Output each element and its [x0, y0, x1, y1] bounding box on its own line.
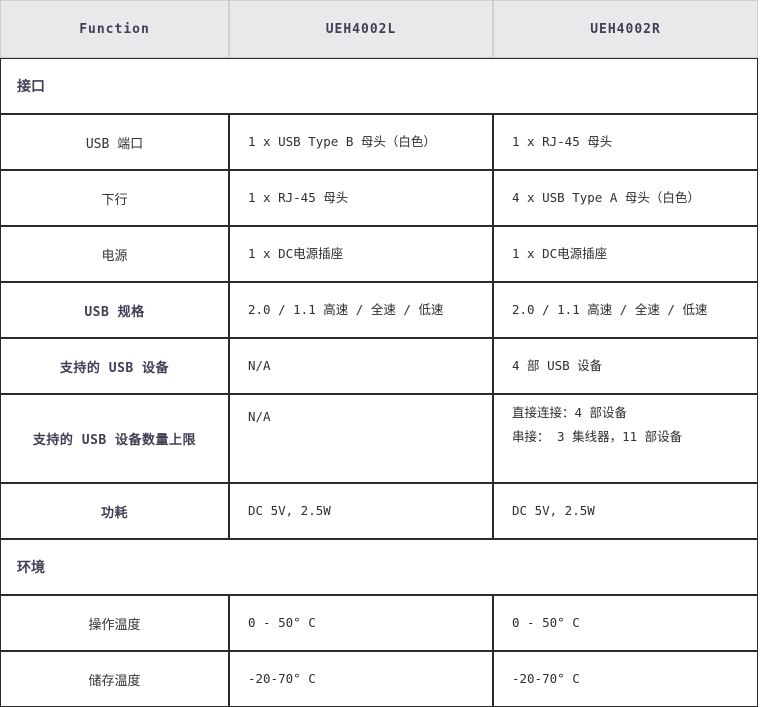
cell-max-devices-ueh4002r: 直接连接：4 部设备 串接： 3 集线器，11 部设备	[493, 394, 758, 483]
cell-consumption-ueh4002l: DC 5V, 2.5W	[229, 483, 493, 539]
cell-max-devices-ueh4002l: N/A	[229, 394, 493, 483]
table-row-power: 电源 1 x DC电源插座 1 x DC电源插座	[0, 226, 758, 282]
row-label-operating-temperature: 操作温度	[0, 595, 229, 651]
cell-consumption-ueh4002r: DC 5V, 2.5W	[493, 483, 758, 539]
specification-table: Function UEH4002L UEH4002R 接口 USB 端口 1 x…	[0, 0, 758, 707]
row-label-power: 电源	[0, 226, 229, 282]
row-label-supported-devices: 支持的 USB 设备	[0, 338, 229, 394]
table-row-usb-spec: USB 规格 2.0 / 1.1 高速 / 全速 / 低速 2.0 / 1.1 …	[0, 282, 758, 338]
row-label-usb-spec: USB 规格	[0, 282, 229, 338]
table-row-consumption: 功耗 DC 5V, 2.5W DC 5V, 2.5W	[0, 483, 758, 539]
column-header-function: Function	[0, 0, 229, 58]
cell-storage-temperature-ueh4002r: -20-70° C	[493, 651, 758, 707]
row-label-usb-port: USB 端口	[0, 114, 229, 170]
table-row-operating-temperature: 操作温度 0 - 50° C 0 - 50° C	[0, 595, 758, 651]
row-label-downstream: 下行	[0, 170, 229, 226]
table-header: Function UEH4002L UEH4002R	[0, 0, 758, 58]
cell-supported-devices-ueh4002l: N/A	[229, 338, 493, 394]
table-row-max-devices: 支持的 USB 设备数量上限 N/A 直接连接：4 部设备 串接： 3 集线器，…	[0, 394, 758, 483]
cell-operating-temperature-ueh4002r: 0 - 50° C	[493, 595, 758, 651]
max-devices-direct-line: 直接连接：4 部设备	[512, 405, 628, 420]
cell-operating-temperature-ueh4002l: 0 - 50° C	[229, 595, 493, 651]
column-header-ueh4002r: UEH4002R	[493, 0, 758, 58]
section-label-interface: 接口	[0, 58, 758, 114]
cell-storage-temperature-ueh4002l: -20-70° C	[229, 651, 493, 707]
section-row-interface: 接口	[0, 58, 758, 114]
column-header-ueh4002l: UEH4002L	[229, 0, 493, 58]
table-row-downstream: 下行 1 x RJ-45 母头 4 x USB Type A 母头（白色）	[0, 170, 758, 226]
cell-usb-spec-ueh4002l: 2.0 / 1.1 高速 / 全速 / 低速	[229, 282, 493, 338]
section-row-environment: 环境	[0, 539, 758, 595]
cell-downstream-ueh4002r: 4 x USB Type A 母头（白色）	[493, 170, 758, 226]
cell-power-ueh4002l: 1 x DC电源插座	[229, 226, 493, 282]
cell-usb-spec-ueh4002r: 2.0 / 1.1 高速 / 全速 / 低速	[493, 282, 758, 338]
table-row-usb-port: USB 端口 1 x USB Type B 母头（白色） 1 x RJ-45 母…	[0, 114, 758, 170]
max-devices-chained-line: 串接： 3 集线器，11 部设备	[512, 428, 683, 444]
cell-usb-port-ueh4002r: 1 x RJ-45 母头	[493, 114, 758, 170]
table-row-storage-temperature: 储存温度 -20-70° C -20-70° C	[0, 651, 758, 707]
table-body: 接口 USB 端口 1 x USB Type B 母头（白色） 1 x RJ-4…	[0, 58, 758, 707]
cell-supported-devices-ueh4002r: 4 部 USB 设备	[493, 338, 758, 394]
header-row: Function UEH4002L UEH4002R	[0, 0, 758, 58]
cell-downstream-ueh4002l: 1 x RJ-45 母头	[229, 170, 493, 226]
cell-power-ueh4002r: 1 x DC电源插座	[493, 226, 758, 282]
row-label-storage-temperature: 储存温度	[0, 651, 229, 707]
section-label-environment: 环境	[0, 539, 758, 595]
cell-usb-port-ueh4002l: 1 x USB Type B 母头（白色）	[229, 114, 493, 170]
row-label-max-devices: 支持的 USB 设备数量上限	[0, 394, 229, 483]
table-row-supported-devices: 支持的 USB 设备 N/A 4 部 USB 设备	[0, 338, 758, 394]
row-label-consumption: 功耗	[0, 483, 229, 539]
